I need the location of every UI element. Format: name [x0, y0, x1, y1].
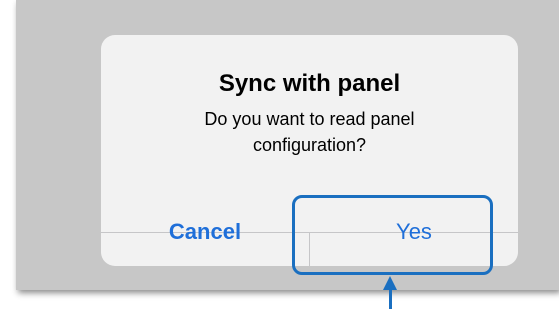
alert-message: Do you want to read panel configuration?	[204, 109, 415, 155]
arrow-up-icon	[383, 276, 397, 290]
cancel-button[interactable]: Cancel	[101, 196, 309, 266]
alert-title: Sync with panel	[218, 70, 401, 97]
alert-content: Sync with panel Do you want to read pane…	[101, 35, 518, 195]
yes-button-highlight	[292, 195, 493, 275]
arrow-line	[389, 290, 392, 309]
